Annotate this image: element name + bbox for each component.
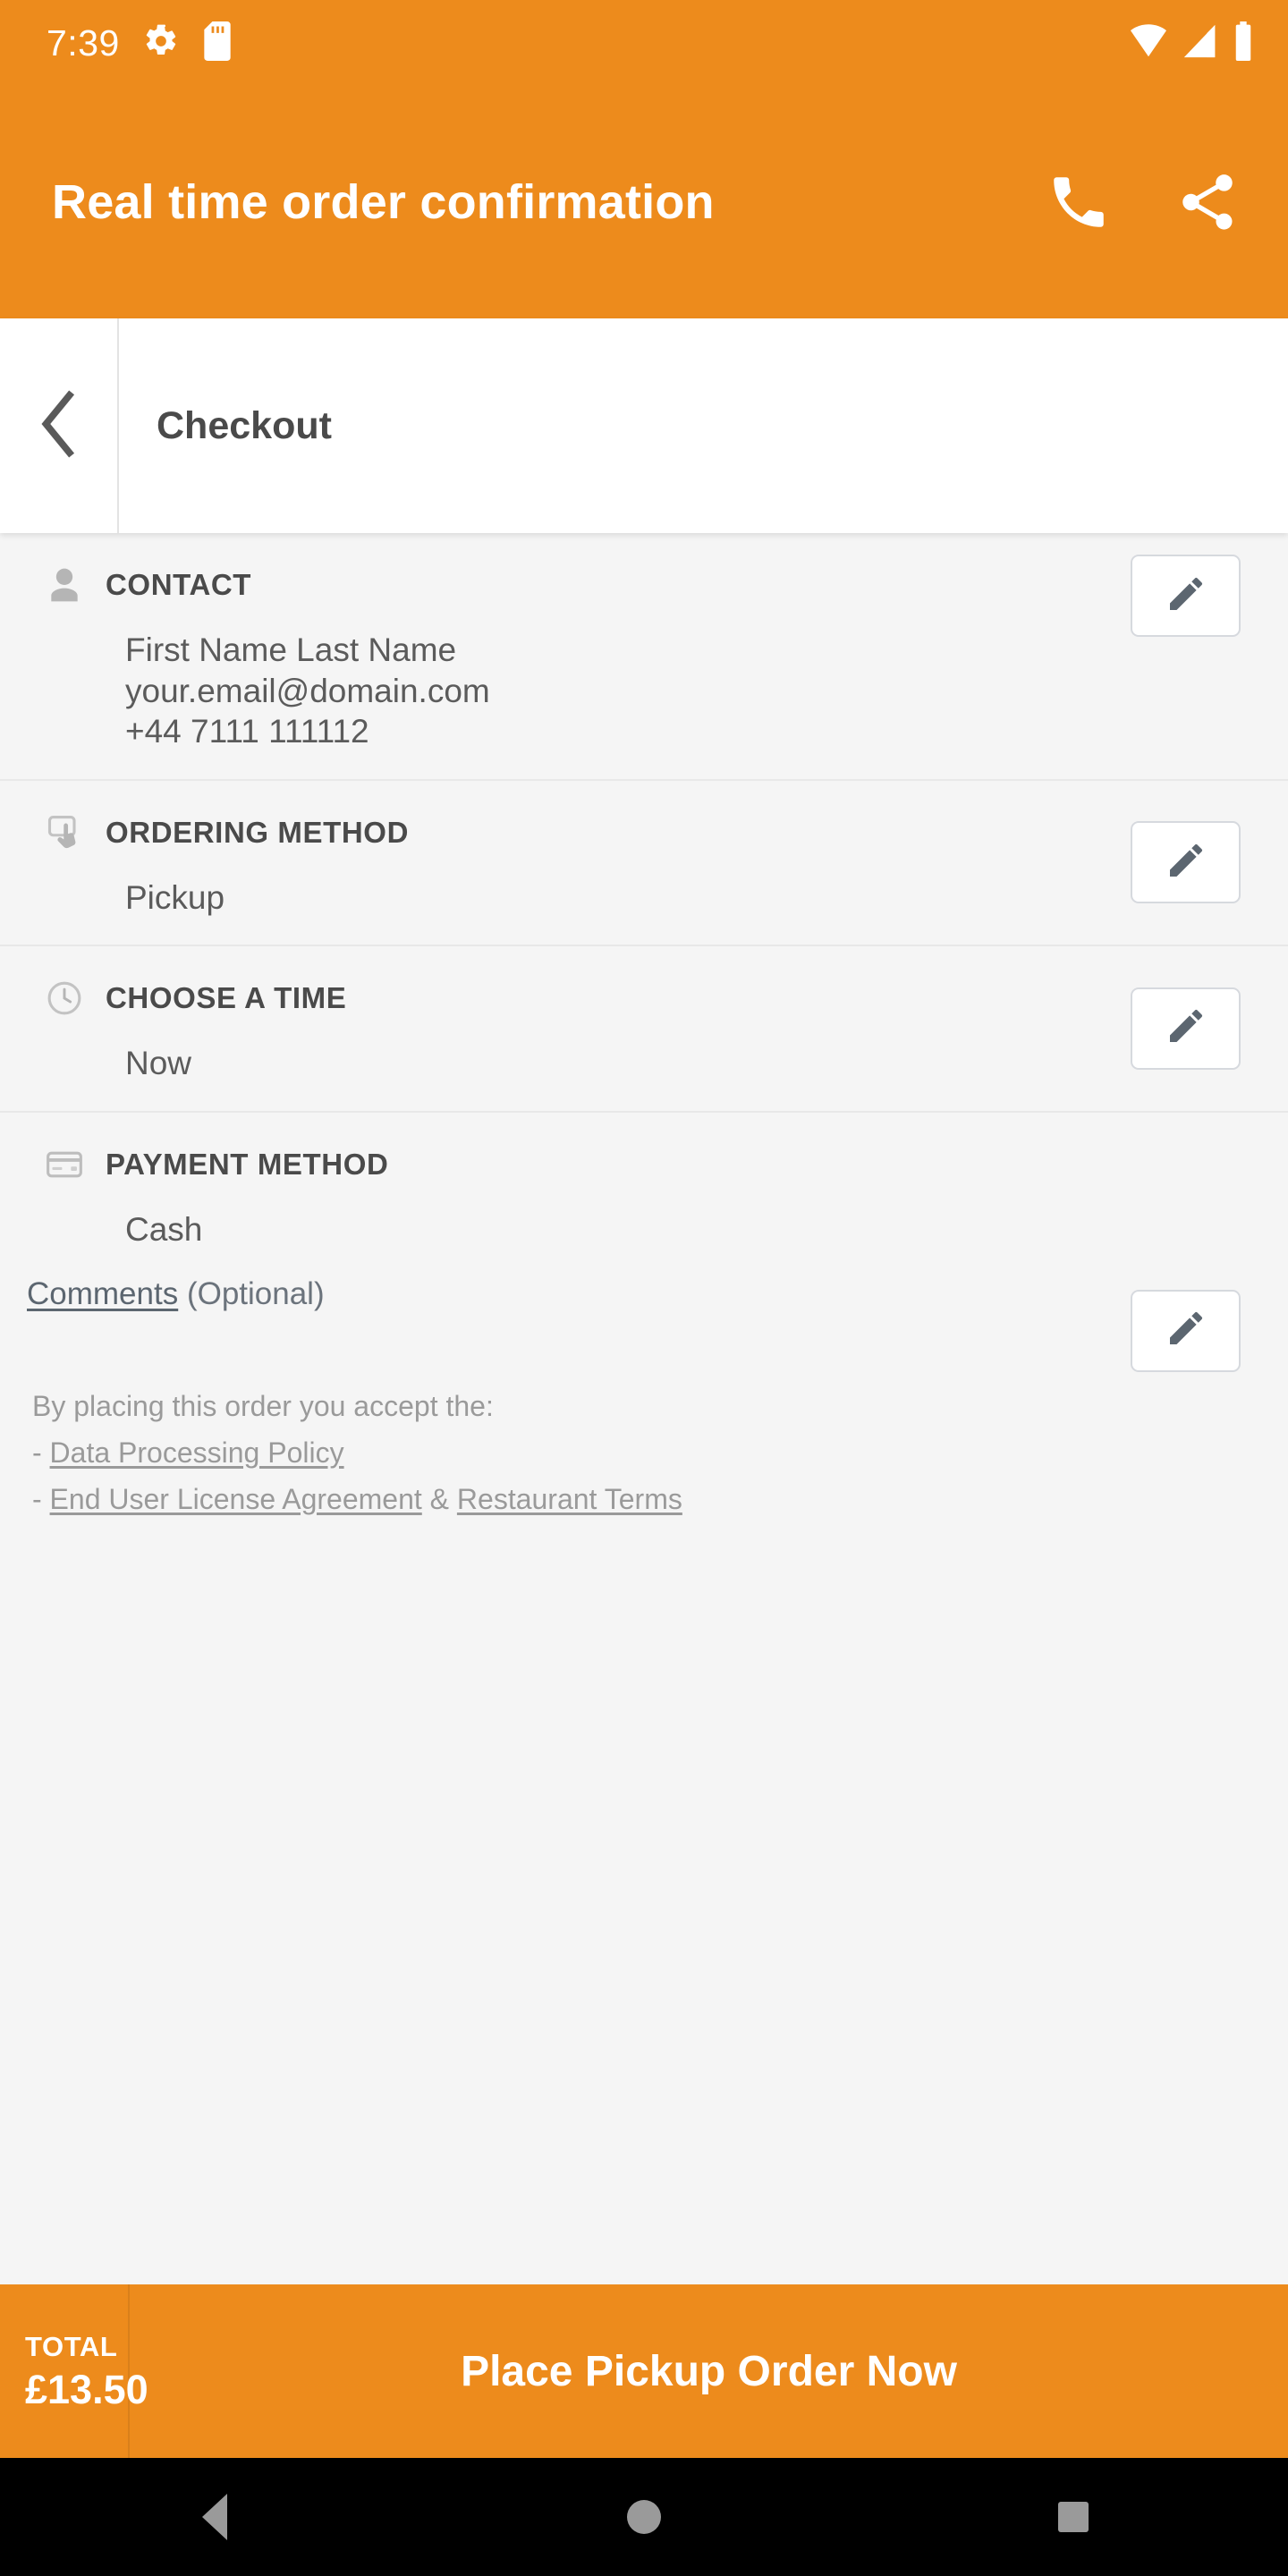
back-triangle-icon (202, 2494, 227, 2540)
battery-icon (1233, 21, 1254, 65)
total-cell: TOTAL £13.50 (0, 2284, 148, 2458)
gear-icon (143, 23, 179, 64)
app-bar: Real time order confirmation (0, 86, 1288, 318)
order-bar: TOTAL £13.50 Place Pickup Order Now (0, 2284, 1288, 2458)
edit-payment-method-button[interactable] (1131, 1289, 1241, 1372)
section-ordering-method: ORDERING METHOD Pickup (0, 781, 1288, 946)
ordering-method-title: ORDERING METHOD (106, 815, 409, 849)
back-button[interactable] (0, 318, 119, 533)
payment-method-title: PAYMENT METHOD (106, 1147, 389, 1181)
total-label: TOTAL (25, 2331, 118, 2363)
tap-hand-icon (43, 811, 86, 854)
nav-recents-button[interactable] (1006, 2458, 1140, 2576)
terms-dash-2: - (32, 1482, 50, 1515)
checkout-content: CONTACT First Name Last Name your.email@… (0, 533, 1288, 2284)
phone-icon[interactable] (1038, 161, 1120, 243)
contact-header: CONTACT (0, 564, 1288, 606)
section-choose-time: CHOOSE A TIME Now (0, 946, 1288, 1113)
status-bar-clock: 7:39 (47, 21, 120, 64)
ordering-method-value: Pickup (125, 878, 225, 916)
comments-row: Comments (Optional) (0, 1250, 1288, 1312)
pencil-icon (1165, 839, 1208, 886)
page-title: Checkout (157, 403, 332, 447)
edit-contact-button[interactable] (1131, 555, 1241, 637)
share-icon[interactable] (1166, 161, 1249, 243)
contact-body: First Name Last Name your.email@domain.c… (0, 606, 1288, 752)
terms-line-eula: - End User License Agreement & Restauran… (32, 1477, 1288, 1523)
recents-square-icon (1058, 2502, 1089, 2532)
checkout-bar: Checkout (0, 318, 1288, 533)
nav-home-button[interactable] (577, 2458, 711, 2576)
choose-time-header: CHOOSE A TIME (0, 977, 1288, 1020)
section-payment-method: PAYMENT METHOD Cash Comments (Optional) … (0, 1113, 1288, 1550)
section-contact: CONTACT First Name Last Name your.email@… (0, 533, 1288, 781)
place-order-label: Place Pickup Order Now (461, 2347, 957, 2395)
choose-time-value: Now (125, 1045, 192, 1081)
pencil-icon (1165, 572, 1208, 620)
terms-conjunction: & (421, 1482, 457, 1515)
terms-dash-1: - (32, 1436, 50, 1469)
phone-screen: 7:39 Real time order confirmation Checko… (0, 0, 1288, 2576)
payment-method-body: Cash (0, 1186, 1288, 1250)
restaurant-terms-link[interactable]: Restaurant Terms (457, 1483, 682, 1515)
nav-back-button[interactable] (148, 2458, 282, 2576)
comments-optional-label: (Optional) (178, 1276, 325, 1311)
checkout-title-container: Checkout (119, 318, 1288, 533)
contact-name: First Name Last Name (125, 631, 457, 668)
status-bar-right (1129, 21, 1254, 65)
clock-icon (43, 977, 86, 1020)
comments-link[interactable]: Comments (27, 1276, 178, 1311)
person-icon (43, 564, 86, 606)
contact-title: CONTACT (106, 568, 252, 601)
terms-block: By placing this order you accept the: - … (0, 1312, 1288, 1522)
choose-time-body: Now (0, 1020, 1288, 1084)
payment-method-value: Cash (125, 1210, 203, 1248)
system-navigation-bar (0, 2458, 1288, 2576)
back-chevron-icon (32, 389, 86, 462)
ordering-method-header: ORDERING METHOD (0, 811, 1288, 854)
credit-card-icon (43, 1143, 86, 1186)
wifi-icon (1129, 23, 1168, 64)
pencil-icon (1165, 1004, 1208, 1052)
payment-method-header: PAYMENT METHOD (0, 1143, 1288, 1186)
place-order-button[interactable]: Place Pickup Order Now (130, 2284, 1288, 2458)
pencil-icon (1165, 1307, 1208, 1354)
edit-choose-time-button[interactable] (1131, 987, 1241, 1070)
terms-intro: By placing this order you accept the: (32, 1390, 494, 1422)
app-bar-actions (1038, 161, 1249, 243)
total-amount: £13.50 (25, 2366, 148, 2412)
status-bar: 7:39 (0, 0, 1288, 86)
choose-time-title: CHOOSE A TIME (106, 981, 347, 1014)
data-processing-policy-link[interactable]: Data Processing Policy (50, 1436, 344, 1469)
sd-card-icon (202, 21, 233, 65)
contact-email: your.email@domain.com (125, 672, 490, 709)
status-bar-left: 7:39 (47, 21, 233, 65)
eula-link[interactable]: End User License Agreement (50, 1483, 422, 1515)
home-circle-icon (627, 2500, 661, 2534)
terms-line-data-policy: - Data Processing Policy (32, 1430, 1288, 1477)
contact-phone: +44 7111 111112 (125, 713, 369, 750)
edit-ordering-method-button[interactable] (1131, 821, 1241, 904)
cellular-signal-icon (1182, 23, 1218, 64)
app-bar-title: Real time order confirmation (52, 175, 715, 229)
ordering-method-body: Pickup (0, 854, 1288, 919)
